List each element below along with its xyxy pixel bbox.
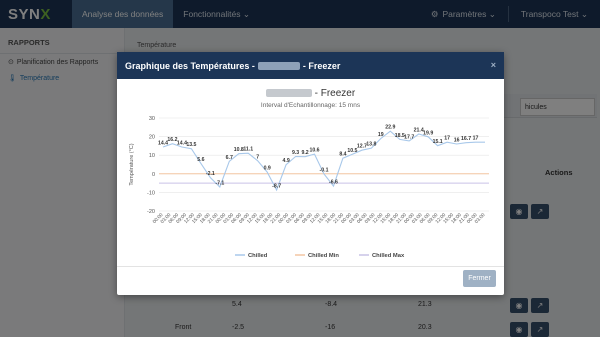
data-label: 4.9	[283, 158, 290, 164]
data-label: -0.1	[320, 167, 329, 173]
fermer-button[interactable]: Fermer	[463, 270, 496, 287]
data-label: -8.7	[272, 183, 281, 189]
modal-header: Graphique des Températures - - Freezer ×	[117, 52, 504, 79]
data-label: 13.5	[186, 142, 196, 148]
data-label: 17.7	[404, 134, 414, 140]
redacted-vehicle-name	[257, 61, 300, 70]
data-label: 8.4	[339, 152, 346, 158]
modal-footer-divider	[117, 266, 504, 267]
temperature-line-chart: 3020100-10-20Température (°C)00:0003:000…	[129, 116, 489, 259]
modal-title-prefix: Graphique des Températures -	[125, 60, 255, 71]
close-icon[interactable]: ×	[491, 60, 496, 70]
data-label: 9.3	[292, 150, 299, 156]
y-tick-label: -10	[147, 190, 155, 196]
data-label: 16.7	[461, 136, 471, 142]
data-label: 10.6	[309, 148, 319, 154]
data-label: 15.1	[433, 139, 443, 145]
y-tick-label: -20	[147, 209, 155, 215]
y-tick-label: 0	[152, 172, 155, 178]
data-label: 19	[378, 132, 384, 138]
legend-label: Chilled Max	[372, 253, 405, 259]
data-label: 6.7	[226, 155, 233, 161]
data-label: 17	[444, 136, 450, 142]
chart-area: - Freezer Interval d'Echantillonnage: 15…	[127, 84, 494, 262]
data-label: 17	[473, 136, 479, 142]
modal-title-suffix: - Freezer	[302, 60, 341, 71]
data-label: 19.9	[423, 130, 433, 136]
temperature-chart-modal: Graphique des Températures - - Freezer ×…	[117, 52, 504, 295]
y-tick-label: 30	[149, 116, 155, 122]
y-tick-label: 10	[149, 153, 155, 159]
legend-label: Chilled Min	[308, 253, 339, 259]
y-tick-label: 20	[149, 135, 155, 141]
y-axis-label: Température (°C)	[129, 143, 135, 185]
data-label: 22.9	[385, 125, 395, 131]
data-label: 13.8	[366, 142, 376, 148]
data-label: 7	[256, 154, 259, 160]
data-label: 0.9	[264, 166, 271, 172]
data-label: 9.2	[301, 150, 308, 156]
data-label: 11.1	[243, 147, 253, 153]
legend-label: Chilled	[248, 253, 268, 259]
data-label: -7.1	[215, 181, 224, 187]
data-label: -2.1	[206, 171, 215, 177]
data-label: 5.6	[197, 157, 204, 163]
data-label: -6.6	[329, 180, 338, 186]
data-label: 16	[454, 138, 460, 144]
